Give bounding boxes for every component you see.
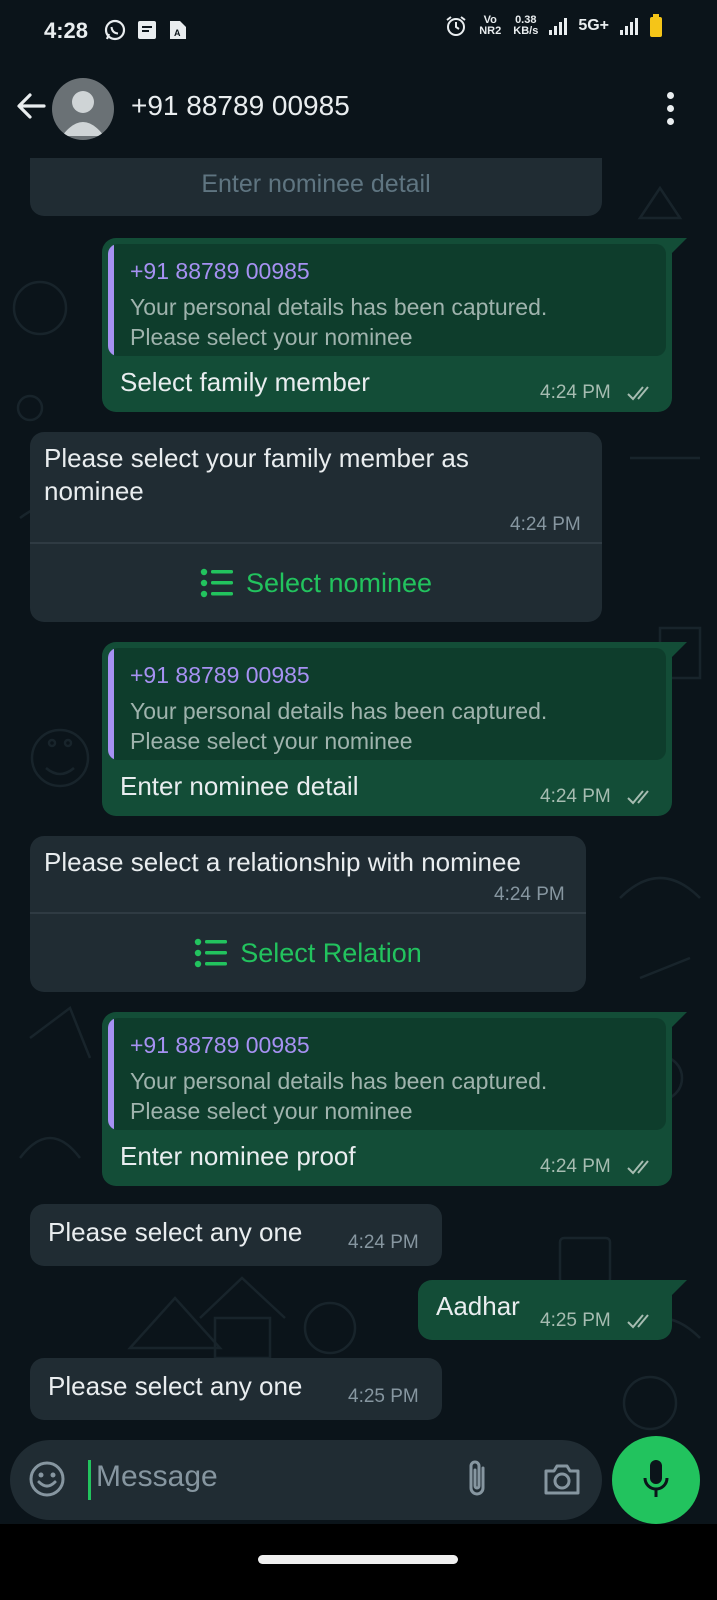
contact-name[interactable]: +91 88789 00985 (131, 90, 350, 122)
message-time: 4:24 PM (540, 1156, 611, 1177)
list-icon (194, 938, 228, 968)
message-text: Select family member (120, 367, 370, 397)
quoted-sender: +91 88789 00985 (130, 1032, 310, 1058)
message-incoming[interactable]: Please select any one 4:25 PM (30, 1358, 442, 1420)
message-time: 4:24 PM (494, 884, 565, 905)
message-time: 4:24 PM (510, 514, 581, 535)
message-time: 4:25 PM (540, 1310, 611, 1331)
status-bar: 4:28 A Vo NR2 0.38 KB/s 5G+ (0, 0, 717, 62)
message-outgoing[interactable]: +91 88789 00985 Your personal details ha… (102, 238, 687, 412)
quoted-line-2: Please select your nominee (130, 1098, 413, 1124)
message-text: Aadhar (436, 1291, 520, 1321)
chat-header: +91 88789 00985 (0, 62, 717, 158)
message-composer[interactable]: Message (10, 1440, 602, 1520)
network-type: Vo NR2 (479, 14, 502, 37)
quoted-line-2: Please select your nominee (130, 324, 413, 350)
message-text: Enter nominee detail (120, 771, 359, 801)
back-arrow-icon[interactable] (14, 89, 48, 123)
message-time: 4:24 PM (540, 786, 611, 807)
system-nav-bar (0, 1524, 717, 1600)
message-text: Enter nominee detail (201, 170, 431, 198)
default-avatar-icon (62, 91, 104, 136)
quoted-sender: +91 88789 00985 (130, 258, 310, 284)
chat-area[interactable]: Enter nominee detail +91 88789 00985 You… (0, 158, 717, 1440)
message-incoming[interactable]: Please select a relationship with nomine… (30, 836, 586, 992)
signal-label: 5G+ (578, 17, 609, 34)
message-text: Please select any one (48, 1217, 303, 1247)
more-options-icon[interactable] (667, 92, 675, 131)
alarm-icon (446, 16, 466, 36)
message-text-line-1: Please select your family member as (44, 443, 469, 473)
quoted-message[interactable]: +91 88789 00985 Your personal details ha… (108, 648, 666, 760)
select-relation-button[interactable]: Select Relation (30, 914, 586, 992)
message-time: 4:25 PM (348, 1386, 419, 1407)
message-outgoing[interactable]: +91 88789 00985 Your personal details ha… (102, 1012, 687, 1186)
read-ticks-icon (627, 1314, 649, 1329)
quoted-message[interactable]: +91 88789 00985 Your personal details ha… (108, 244, 666, 356)
quoted-line-1: Your personal details has been captured. (130, 698, 548, 724)
message-outgoing[interactable]: +91 88789 00985 Your personal details ha… (102, 642, 687, 816)
message-text: Please select any one (48, 1371, 303, 1401)
camera-icon[interactable] (542, 1461, 582, 1497)
message-outgoing[interactable]: Aadhar 4:25 PM (418, 1280, 687, 1340)
notes-icon (138, 21, 156, 39)
message-text: Enter nominee proof (120, 1141, 356, 1171)
list-icon (200, 568, 233, 598)
message-text-line-2: nominee (44, 476, 144, 506)
svg-text:A: A (174, 28, 181, 38)
sim-icon: A (170, 21, 186, 39)
message-time: 4:24 PM (348, 1232, 419, 1253)
message-time: 4:24 PM (540, 382, 611, 403)
battery-icon (650, 14, 662, 37)
quoted-sender: +91 88789 00985 (130, 662, 310, 688)
quoted-message[interactable]: +91 88789 00985 Your personal details ha… (108, 1018, 666, 1130)
network-speed: 0.38 KB/s (513, 14, 539, 37)
select-relation-label: Select Relation (240, 937, 422, 968)
whatsapp-icon (104, 19, 126, 41)
voice-record-button[interactable] (612, 1436, 700, 1524)
emoji-icon[interactable] (28, 1460, 66, 1498)
select-nominee-button[interactable]: Select nominee (30, 544, 602, 622)
read-ticks-icon (627, 386, 649, 401)
select-nominee-label: Select nominee (245, 567, 433, 598)
signal-icon-2 (620, 18, 638, 35)
message-text: Please select a relationship with nomine… (44, 847, 521, 877)
home-gesture-bar[interactable] (258, 1555, 458, 1564)
status-time: 4:28 (44, 18, 89, 43)
message-partial[interactable]: Enter nominee detail (30, 158, 602, 216)
quoted-line-2: Please select your nominee (130, 728, 413, 754)
microphone-icon (643, 1460, 669, 1497)
text-caret (88, 1460, 91, 1500)
message-incoming[interactable]: Please select any one 4:24 PM (30, 1204, 442, 1266)
avatar[interactable] (52, 78, 114, 140)
message-incoming[interactable]: Please select your family member as nomi… (30, 432, 602, 622)
read-ticks-icon (627, 790, 649, 805)
read-ticks-icon (627, 1160, 649, 1175)
quoted-line-1: Your personal details has been captured. (130, 1068, 548, 1094)
quoted-line-1: Your personal details has been captured. (130, 294, 548, 320)
attach-icon[interactable] (462, 1458, 492, 1500)
message-input[interactable]: Message (96, 1460, 218, 1494)
signal-icon (549, 18, 568, 35)
status-right: Vo NR2 0.38 KB/s 5G+ (445, 14, 663, 38)
